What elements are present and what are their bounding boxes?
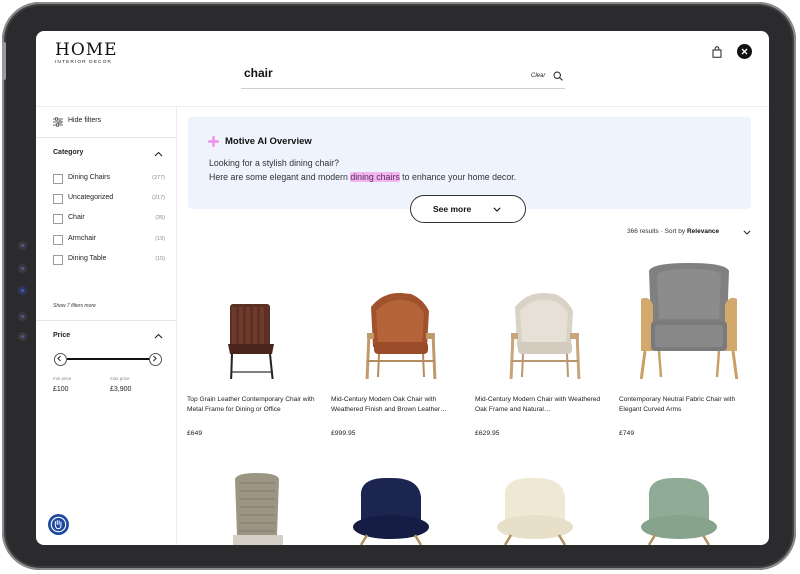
sparkle-icon [208, 136, 219, 147]
filter-sidebar: Hide filters Category Dining Chairs (277… [36, 107, 177, 545]
grey-fabric-chair-image [639, 263, 739, 379]
ai-overview-line-2: Here are some elegant and modern dining … [209, 172, 516, 182]
price-min-handle[interactable] [54, 353, 67, 366]
price-slider-track[interactable] [67, 358, 151, 360]
divider [36, 320, 176, 321]
cream-oak-chair-image [509, 292, 581, 379]
hardware-button [2, 42, 6, 80]
close-icon[interactable] [737, 44, 752, 59]
sort-control[interactable]: 366 results · Sort by Relevance [627, 228, 719, 235]
category-title: Category [53, 149, 84, 156]
search-bar: Clear [241, 63, 565, 89]
collapse-price-icon[interactable] [154, 333, 163, 339]
category-label: Armchair [68, 235, 97, 242]
category-count: (277) [152, 175, 165, 181]
product-title: Mid-Century Modern Oak Chair with Weathe… [331, 396, 447, 413]
product-card[interactable] [331, 465, 469, 545]
cream-velvet-chair-image [497, 477, 573, 545]
category-count: (15) [155, 256, 165, 262]
checkbox[interactable] [53, 194, 63, 204]
camera-icon [18, 241, 27, 250]
checkbox[interactable] [53, 255, 63, 265]
ai-highlight-link[interactable]: dining chairs [350, 172, 400, 182]
filter-sliders-icon [53, 117, 63, 127]
ai-text: Here are some elegant and modern [209, 172, 351, 182]
product-title: Mid-Century Modern Chair with Weathered … [475, 396, 601, 413]
product-price: £629.95 [475, 430, 500, 437]
site-logo[interactable]: HOME INTERIOR DECOR [55, 40, 117, 66]
product-price: £649 [187, 430, 203, 437]
product-card[interactable]: Mid-Century Modern Chair with Weathered … [475, 259, 613, 437]
category-count: (19) [155, 236, 165, 242]
chevron-down-icon[interactable] [743, 230, 751, 235]
camera-lens-icon [18, 286, 27, 295]
price-max-handle[interactable] [149, 353, 162, 366]
sage-velvet-chair-image [641, 477, 717, 545]
brown-leather-oak-chair-image [365, 292, 437, 379]
category-label: Chair [68, 214, 85, 221]
ai-overview-line-1: Looking for a stylish dining chair? [209, 158, 340, 168]
category-count: (217) [152, 195, 165, 201]
leather-chair-image [228, 304, 274, 379]
see-more-label: See more [433, 204, 472, 214]
product-card[interactable]: Top Grain Leather Contemporary Chair wit… [187, 259, 325, 437]
camera-icon [18, 332, 27, 341]
search-icon[interactable] [553, 71, 563, 81]
see-more-button[interactable]: See more [410, 195, 526, 223]
wicker-chair-image [233, 473, 283, 545]
chevron-down-icon [493, 207, 501, 212]
results-count: 366 results · Sort by [627, 228, 686, 235]
hide-filters-label: Hide filters [68, 117, 102, 124]
navy-velvet-chair-image [353, 477, 429, 545]
chevron-left-icon [57, 355, 61, 362]
category-filter-dining-table[interactable]: Dining Table (15) [53, 255, 165, 265]
accessibility-hand-icon [50, 516, 67, 533]
site-header: HOME INTERIOR DECOR Clear [36, 31, 769, 107]
category-filter-armchair[interactable]: Armchair (19) [53, 235, 165, 245]
category-label: Dining Table [68, 255, 107, 262]
product-price: £999.95 [331, 430, 356, 437]
min-price-value: £100 [53, 386, 69, 393]
logo-tagline: INTERIOR DECOR [55, 60, 112, 65]
product-title: Contemporary Neutral Fabric Chair with E… [619, 396, 736, 413]
camera-icon [18, 312, 27, 321]
category-filter-dining-chairs[interactable]: Dining Chairs (277) [53, 174, 165, 184]
max-price-value: £3,900 [110, 386, 132, 393]
category-filter-chair[interactable]: Chair (35) [53, 214, 165, 224]
category-filter-uncategorized[interactable]: Uncategorized (217) [53, 194, 165, 204]
divider [36, 137, 176, 138]
chevron-right-icon [153, 355, 157, 362]
collapse-category-icon[interactable] [154, 151, 163, 157]
max-price-label: max price [110, 376, 130, 381]
shopping-bag-icon[interactable] [712, 46, 722, 58]
product-title: Top Grain Leather Contemporary Chair wit… [187, 396, 315, 413]
min-price-label: min price [53, 376, 72, 381]
sort-value: Relevance [686, 228, 720, 235]
checkbox[interactable] [53, 174, 63, 184]
logo-wordmark: HOME [55, 40, 118, 60]
checkbox[interactable] [53, 235, 63, 245]
category-count: (35) [155, 215, 165, 221]
product-card[interactable] [619, 465, 757, 545]
product-card[interactable] [475, 465, 613, 545]
accessibility-button[interactable] [48, 514, 69, 535]
ai-overview-title: Motive AI Overview [225, 136, 312, 147]
tablet-frame: HOME INTERIOR DECOR Clear [2, 2, 796, 570]
category-label: Uncategorized [68, 194, 114, 201]
price-title: Price [53, 332, 71, 339]
checkbox[interactable] [53, 214, 63, 224]
clear-search-button[interactable]: Clear [531, 73, 545, 79]
show-more-filters-link[interactable]: Show 7 filters more [53, 303, 96, 309]
product-card[interactable]: Contemporary Neutral Fabric Chair with E… [619, 259, 757, 437]
product-card[interactable]: Mid-Century Modern Oak Chair with Weathe… [331, 259, 469, 437]
search-input[interactable] [244, 66, 494, 80]
category-label: Dining Chairs [68, 174, 111, 181]
camera-icon [18, 264, 27, 273]
ai-text: to enhance your home decor. [399, 172, 517, 182]
product-price: £749 [619, 430, 635, 437]
product-card[interactable] [187, 465, 325, 545]
screen: HOME INTERIOR DECOR Clear [36, 31, 769, 545]
